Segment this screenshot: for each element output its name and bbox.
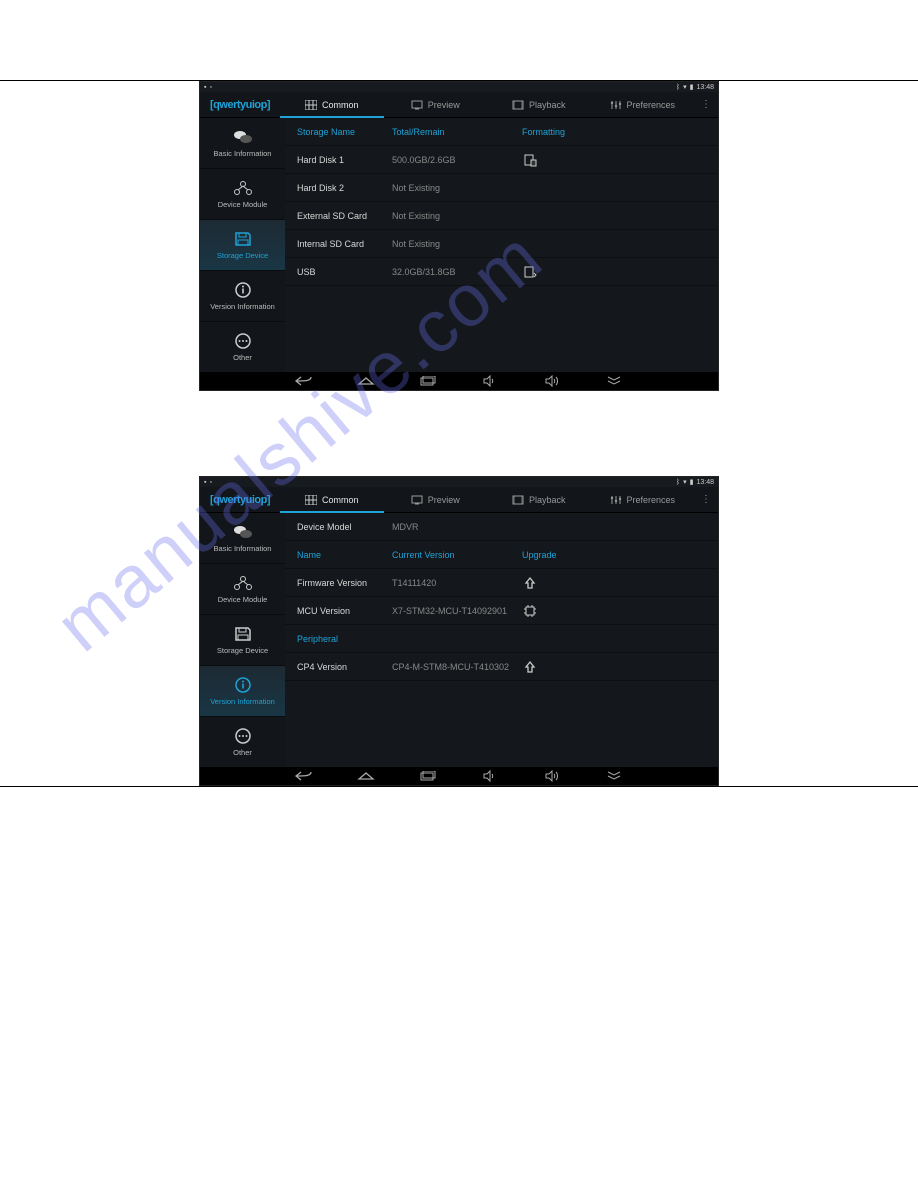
tab-preview[interactable]: Preview — [384, 92, 488, 117]
bottom-divider — [0, 786, 918, 787]
peripheral-header: Peripheral — [285, 625, 718, 653]
tab-playback[interactable]: Playback — [487, 92, 591, 117]
bluetooth-icon: ᛒ — [676, 84, 680, 91]
battery-icon: ▮ — [690, 478, 694, 486]
info-icon — [232, 281, 254, 299]
tab-common[interactable]: Common — [280, 92, 384, 117]
screenshot-version: ▪ ▫ ᛒ ▾ ▮ 13:48 [qwertyuiop] Common Prev… — [199, 476, 719, 786]
collapse-button[interactable] — [604, 374, 624, 388]
home-button[interactable] — [356, 769, 376, 783]
volume-up-button[interactable] — [542, 769, 562, 783]
table-row: External SD Card Not Existing — [285, 202, 718, 230]
grid-icon — [305, 495, 317, 505]
tab-preferences[interactable]: Preferences — [591, 92, 695, 117]
recent-button[interactable] — [418, 374, 438, 388]
format-icon[interactable] — [522, 264, 538, 280]
save-icon — [232, 230, 254, 248]
volume-down-button[interactable] — [480, 769, 500, 783]
table-row: MCU Version X7-STM32-MCU-T14092901 — [285, 597, 718, 625]
status-icon: ▫ — [209, 84, 211, 91]
more-icon — [232, 332, 254, 350]
monitor-icon — [411, 100, 423, 110]
grid-icon — [305, 100, 317, 110]
table-row: CP4 Version CP4-M-STM8-MCU-T410302 — [285, 653, 718, 681]
tab-common[interactable]: Common — [280, 487, 384, 512]
more-icon — [232, 727, 254, 745]
recent-button[interactable] — [418, 769, 438, 783]
android-nav-bar — [200, 372, 718, 390]
nodes-icon — [232, 179, 254, 197]
table-header: Name Current Version Upgrade — [285, 541, 718, 569]
volume-down-button[interactable] — [480, 374, 500, 388]
wifi-icon: ▾ — [683, 478, 687, 486]
back-button[interactable] — [294, 374, 314, 388]
sidebar-item-basic[interactable]: Basic Information — [200, 118, 285, 169]
sidebar-item-version[interactable]: Version Information — [200, 271, 285, 322]
monitor-icon — [411, 495, 423, 505]
android-status-bar: ▪ ▫ ᛒ ▾ ▮ 13:48 — [200, 82, 718, 92]
tab-playback[interactable]: Playback — [487, 487, 591, 512]
volume-up-button[interactable] — [542, 374, 562, 388]
sidebar: Basic Information Device Module Storage … — [200, 118, 285, 374]
wifi-icon: ▾ — [683, 83, 687, 91]
screenshot-storage: ▪ ▫ ᛒ ▾ ▮ 13:48 [qwertyuiop] Common Prev… — [199, 81, 719, 391]
table-row: Hard Disk 2 Not Existing — [285, 174, 718, 202]
chat-icon — [232, 523, 254, 541]
film-icon — [512, 495, 524, 505]
android-status-bar: ▪ ▫ ᛒ ▾ ▮ 13:48 — [200, 477, 718, 487]
sliders-icon — [610, 495, 622, 505]
sidebar-item-module[interactable]: Device Module — [200, 169, 285, 220]
app-logo: [qwertyuiop] — [200, 99, 280, 111]
android-nav-bar — [200, 767, 718, 785]
status-icon: ▪ — [204, 84, 206, 91]
status-icon: ▪ — [204, 479, 206, 486]
sidebar-item-basic[interactable]: Basic Information — [200, 513, 285, 564]
sidebar-item-other[interactable]: Other — [200, 322, 285, 373]
save-icon — [232, 625, 254, 643]
back-button[interactable] — [294, 769, 314, 783]
status-icon: ▫ — [209, 479, 211, 486]
table-row: USB 32.0GB/31.8GB — [285, 258, 718, 286]
nodes-icon — [232, 574, 254, 592]
clock: 13:48 — [696, 84, 714, 91]
version-table: Device Model MDVR Name Current Version U… — [285, 513, 718, 769]
clock: 13:48 — [696, 479, 714, 486]
sidebar-item-storage[interactable]: Storage Device — [200, 220, 285, 271]
menu-overflow[interactable]: ⋮ — [694, 99, 718, 110]
storage-table: Storage Name Total/Remain Formatting Har… — [285, 118, 718, 374]
top-nav: [qwertyuiop] Common Preview Playback Pre… — [200, 487, 718, 513]
bluetooth-icon: ᛒ — [676, 479, 680, 486]
sidebar-item-other[interactable]: Other — [200, 717, 285, 768]
chat-icon — [232, 128, 254, 146]
tab-preferences[interactable]: Preferences — [591, 487, 695, 512]
sidebar-item-storage[interactable]: Storage Device — [200, 615, 285, 666]
table-row: Hard Disk 1 500.0GB/2.6GB — [285, 146, 718, 174]
upgrade-icon[interactable] — [522, 659, 538, 675]
battery-icon: ▮ — [690, 83, 694, 91]
sidebar: Basic Information Device Module Storage … — [200, 513, 285, 769]
table-header: Storage Name Total/Remain Formatting — [285, 118, 718, 146]
chip-icon[interactable] — [522, 603, 538, 619]
top-nav: [qwertyuiop] Common Preview Playback Pre… — [200, 92, 718, 118]
upgrade-icon[interactable] — [522, 575, 538, 591]
table-row: Firmware Version T14111420 — [285, 569, 718, 597]
sidebar-item-module[interactable]: Device Module — [200, 564, 285, 615]
info-icon — [232, 676, 254, 694]
format-icon[interactable] — [522, 152, 538, 168]
sidebar-item-version[interactable]: Version Information — [200, 666, 285, 717]
tab-preview[interactable]: Preview — [384, 487, 488, 512]
app-logo: [qwertyuiop] — [200, 494, 280, 506]
menu-overflow[interactable]: ⋮ — [694, 494, 718, 505]
device-model-row: Device Model MDVR — [285, 513, 718, 541]
collapse-button[interactable] — [604, 769, 624, 783]
table-row: Internal SD Card Not Existing — [285, 230, 718, 258]
home-button[interactable] — [356, 374, 376, 388]
sliders-icon — [610, 100, 622, 110]
film-icon — [512, 100, 524, 110]
